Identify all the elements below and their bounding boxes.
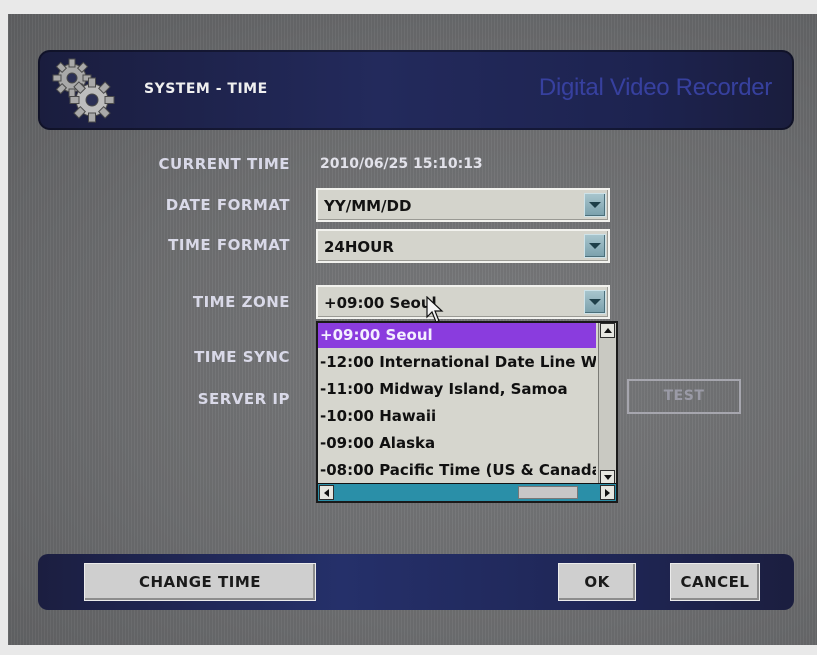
page-title: SYSTEM - TIME — [144, 81, 268, 97]
current-time-label: CURRENT TIME — [158, 155, 290, 173]
cancel-button[interactable]: CANCEL — [670, 563, 760, 601]
title-bar: SYSTEM - TIME Digital Video Recorder — [38, 50, 794, 130]
time-zone-value: +09:00 Seoul — [324, 294, 437, 312]
horizontal-scrollbar[interactable] — [318, 483, 616, 501]
brand-text: Digital Video Recorder — [538, 74, 772, 101]
current-time-value: 2010/06/25 15:10:13 — [320, 156, 483, 172]
scroll-left-icon[interactable] — [319, 485, 334, 500]
time-zone-label: TIME ZONE — [192, 293, 290, 311]
date-format-label: DATE FORMAT — [165, 196, 290, 214]
dvr-screen: SYSTEM - TIME Digital Video Recorder CUR… — [8, 14, 817, 645]
time-zone-option[interactable]: -08:00 Pacific Time (US & Canada) — [318, 458, 596, 483]
time-zone-option[interactable]: -11:00 Midway Island, Samoa — [318, 377, 596, 402]
ok-button[interactable]: OK — [558, 563, 636, 601]
gears-icon — [52, 58, 115, 123]
time-zone-option[interactable]: -09:00 Alaska — [318, 431, 596, 456]
time-zone-option[interactable]: -12:00 International Date Line We — [318, 350, 596, 375]
change-time-button[interactable]: CHANGE TIME — [84, 563, 316, 601]
scroll-up-icon[interactable] — [600, 323, 615, 338]
time-zone-select[interactable]: +09:00 Seoul — [316, 285, 610, 319]
time-zone-dropdown-list[interactable]: +09:00 Seoul -12:00 International Date L… — [316, 321, 618, 503]
time-sync-label: TIME SYNC — [194, 348, 290, 366]
time-zone-option[interactable]: -10:00 Hawaii — [318, 404, 596, 429]
footer-bar: CHANGE TIME OK CANCEL — [38, 554, 794, 610]
time-format-label: TIME FORMAT — [168, 236, 290, 254]
mouse-pointer-icon — [426, 296, 444, 323]
chevron-down-icon[interactable] — [584, 234, 606, 258]
scroll-thumb[interactable] — [518, 486, 578, 499]
time-format-value: 24HOUR — [324, 238, 394, 256]
vertical-scrollbar[interactable] — [598, 323, 616, 485]
scroll-right-icon[interactable] — [600, 485, 615, 500]
chevron-down-icon[interactable] — [584, 193, 606, 217]
date-format-value: YY/MM/DD — [324, 197, 412, 215]
test-button[interactable]: TEST — [627, 379, 741, 414]
server-ip-label: SERVER IP — [197, 390, 290, 408]
time-format-select[interactable]: 24HOUR — [316, 229, 610, 263]
time-zone-option[interactable]: +09:00 Seoul — [318, 323, 596, 348]
chevron-down-icon[interactable] — [584, 290, 606, 314]
date-format-select[interactable]: YY/MM/DD — [316, 188, 610, 222]
